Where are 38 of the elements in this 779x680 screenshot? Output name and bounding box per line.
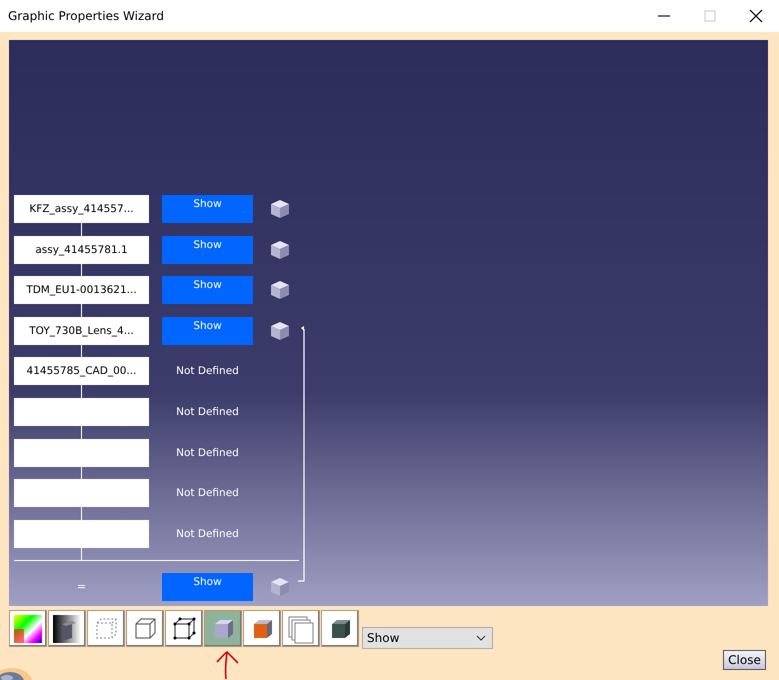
show-button[interactable]: Show — [162, 276, 253, 304]
color-wheel-icon — [13, 614, 43, 644]
toolbar-button[interactable] — [165, 610, 203, 647]
name-box[interactable]: KFZ_assy_414557... — [14, 195, 149, 223]
layers-icon — [286, 614, 316, 644]
window-title: Graphic Properties Wizard — [8, 9, 165, 23]
close-icon[interactable] — [748, 8, 764, 24]
cube-icon[interactable] — [270, 280, 290, 300]
show-button[interactable]: Show — [162, 316, 253, 345]
dropdown-value: Show — [367, 631, 400, 645]
status-text: Not Defined — [175, 528, 240, 540]
show-button[interactable]: Show — [162, 195, 253, 223]
show-button[interactable]: Show — [162, 236, 253, 264]
toolbar-button[interactable] — [321, 610, 359, 647]
toolbar-button[interactable] — [126, 610, 164, 647]
status-text: Not Defined — [175, 365, 240, 378]
status-text: Not Defined — [175, 446, 240, 459]
name-text: TOY_730B_Lens_4... — [29, 324, 134, 337]
name-box[interactable]: TDM_EU1-0013621... — [14, 276, 149, 304]
close-button[interactable]: Close — [723, 650, 766, 670]
status-text: Not Defined — [175, 487, 240, 500]
status-text: Not Defined — [175, 406, 240, 418]
chevron-down-icon — [476, 635, 486, 641]
cube-icon[interactable] — [270, 320, 290, 341]
name-text: assy_41455781.1 — [35, 244, 128, 256]
name-box[interactable]: assy_41455781.1 — [14, 236, 149, 264]
toolbar-button[interactable] — [48, 610, 86, 647]
name-text: KFZ_assy_414557... — [29, 203, 134, 215]
gradient-cube-icon — [52, 614, 82, 644]
display-dropdown[interactable]: Show — [362, 627, 493, 649]
name-box[interactable]: TOY_730B_Lens_4... — [14, 316, 149, 345]
cube-icon[interactable] — [270, 240, 290, 260]
show-button[interactable]: Show — [162, 572, 253, 601]
name-text: TDM_EU1-0013621... — [26, 284, 137, 296]
summary-label: = — [76, 580, 88, 594]
cube-icon[interactable] — [270, 199, 290, 219]
name-text: 41455785_CAD_00... — [26, 365, 136, 378]
name-box[interactable]: 41455785_CAD_00... — [14, 357, 149, 386]
